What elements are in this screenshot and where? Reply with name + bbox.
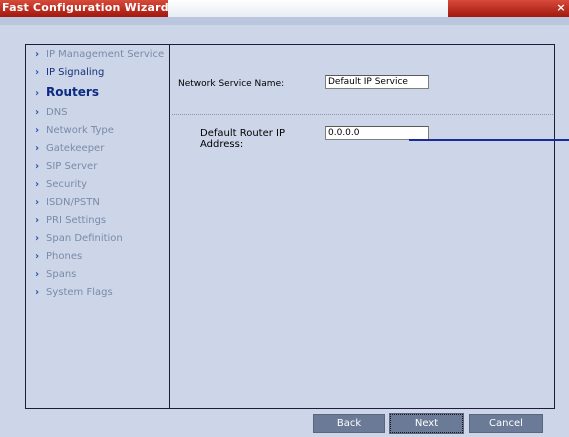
- sidebar-item-routers[interactable]: › Routers: [35, 85, 99, 101]
- chevron-right-icon: ›: [35, 88, 40, 99]
- chevron-right-icon: ›: [35, 49, 40, 60]
- sidebar-item-label: Spans: [46, 269, 77, 280]
- back-button[interactable]: Back: [313, 414, 385, 433]
- sidebar-item-label: IP Management Service: [46, 49, 165, 60]
- sidebar-item-security[interactable]: › Security: [35, 179, 87, 195]
- sidebar-item-ip-management-service[interactable]: › IP Management Service: [35, 49, 164, 65]
- chevron-right-icon: ›: [35, 125, 40, 136]
- default-router-ip-label-line1: Default Router IP: [200, 128, 286, 139]
- chevron-right-icon: ›: [35, 107, 40, 118]
- sidebar-item-label: IP Signaling: [46, 67, 105, 78]
- chevron-right-icon: ›: [35, 143, 40, 154]
- sidebar-item-ip-signaling[interactable]: › IP Signaling: [35, 67, 104, 83]
- chevron-right-icon: ›: [35, 233, 40, 244]
- title-bar: Fast Configuration Wizard ×: [0, 0, 569, 17]
- sidebar-item-pri-settings[interactable]: › PRI Settings: [35, 215, 106, 231]
- wizard-content-panel: [170, 44, 555, 409]
- close-icon[interactable]: ×: [555, 1, 567, 15]
- network-service-name-label: Network Service Name:: [178, 79, 285, 89]
- sidebar-item-label: Routers: [46, 85, 99, 99]
- cancel-button[interactable]: Cancel: [469, 414, 543, 433]
- chevron-right-icon: ›: [35, 161, 40, 172]
- window-title: Fast Configuration Wizard: [2, 1, 169, 14]
- sidebar-item-label: DNS: [46, 107, 68, 118]
- sidebar-item-label: System Flags: [46, 287, 113, 298]
- section-divider: [172, 114, 553, 115]
- title-bar-tab-gap: [168, 0, 448, 17]
- next-button[interactable]: Next: [389, 413, 464, 434]
- callout-pointer-line: [409, 139, 569, 141]
- sidebar-item-label: Span Definition: [46, 233, 123, 244]
- header-strip: [0, 17, 569, 25]
- chevron-right-icon: ›: [35, 67, 40, 78]
- sidebar-item-dns[interactable]: › DNS: [35, 107, 68, 123]
- sidebar-item-span-definition[interactable]: › Span Definition: [35, 233, 123, 249]
- default-router-ip-field[interactable]: 0.0.0.0: [325, 126, 429, 140]
- sidebar-item-label: Gatekeeper: [46, 143, 105, 154]
- title-bar-right: [448, 0, 569, 17]
- sidebar-item-label: Security: [46, 179, 88, 190]
- sidebar-item-label: ISDN/PSTN: [46, 197, 100, 208]
- sidebar-item-label: SIP Server: [46, 161, 98, 172]
- wizard-steps-sidebar: › IP Management Service › IP Signaling › Rout…: [25, 44, 170, 409]
- sidebar-item-isdn-pstn[interactable]: › ISDN/PSTN: [35, 197, 100, 213]
- sidebar-item-network-type[interactable]: › Network Type: [35, 125, 114, 141]
- fast-config-wizard-window: Fast Configuration Wizard × › IP Manageme…: [0, 0, 569, 437]
- sidebar-item-label: PRI Settings: [46, 215, 107, 226]
- sidebar-item-label: Network Type: [46, 125, 114, 136]
- sidebar-item-spans[interactable]: › Spans: [35, 269, 76, 285]
- sidebar-item-sip-server[interactable]: › SIP Server: [35, 161, 97, 177]
- chevron-right-icon: ›: [35, 179, 40, 190]
- chevron-right-icon: ›: [35, 269, 40, 280]
- sidebar-item-label: Phones: [46, 251, 83, 262]
- network-service-name-field[interactable]: Default IP Service: [325, 75, 429, 89]
- chevron-right-icon: ›: [35, 251, 40, 262]
- default-router-ip-label-line2: Address:: [200, 139, 244, 150]
- sidebar-item-phones[interactable]: › Phones: [35, 251, 82, 267]
- chevron-right-icon: ›: [35, 197, 40, 208]
- sidebar-item-system-flags[interactable]: › System Flags: [35, 287, 113, 303]
- chevron-right-icon: ›: [35, 287, 40, 298]
- chevron-right-icon: ›: [35, 215, 40, 226]
- sidebar-item-gatekeeper[interactable]: › Gatekeeper: [35, 143, 104, 159]
